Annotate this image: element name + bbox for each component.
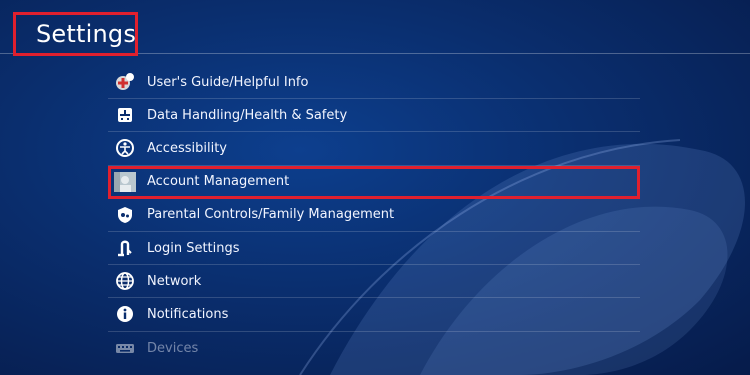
menu-item-label: Devices [147,340,199,356]
login-icon [114,237,136,259]
menu-item-accessibility[interactable]: Accessibility [108,132,640,166]
menu-item-account-management[interactable]: Account Management [108,165,640,199]
settings-menu: User's Guide/Helpful Info Data Handling/… [108,66,640,365]
accessibility-icon [114,137,136,159]
menu-item-devices[interactable]: Devices [108,332,640,365]
menu-item-notifications[interactable]: Notifications [108,298,640,332]
menu-item-label: Login Settings [147,240,240,256]
menu-item-label: Parental Controls/Family Management [147,207,395,223]
globe-icon [114,270,136,292]
parental-controls-icon [114,204,136,226]
menu-item-label: Accessibility [147,140,227,156]
menu-item-users-guide[interactable]: User's Guide/Helpful Info [108,66,640,100]
menu-item-parental-controls[interactable]: Parental Controls/Family Management [108,199,640,232]
menu-item-label: Network [147,273,202,289]
menu-item-label: Notifications [147,306,229,322]
menu-item-network[interactable]: Network [108,265,640,299]
keyboard-icon [114,337,136,359]
menu-item-label: Data Handling/Health & Safety [147,107,348,123]
info-icon [114,303,136,325]
menu-item-login-settings[interactable]: Login Settings [108,232,640,266]
page-title: Settings [36,20,137,48]
account-avatar-icon [114,171,136,193]
guide-icon [114,71,136,93]
menu-item-label: Account Management [147,174,290,190]
menu-item-label: User's Guide/Helpful Info [147,74,309,90]
menu-item-data-handling[interactable]: Data Handling/Health & Safety [108,99,640,133]
data-handling-icon [114,104,136,126]
